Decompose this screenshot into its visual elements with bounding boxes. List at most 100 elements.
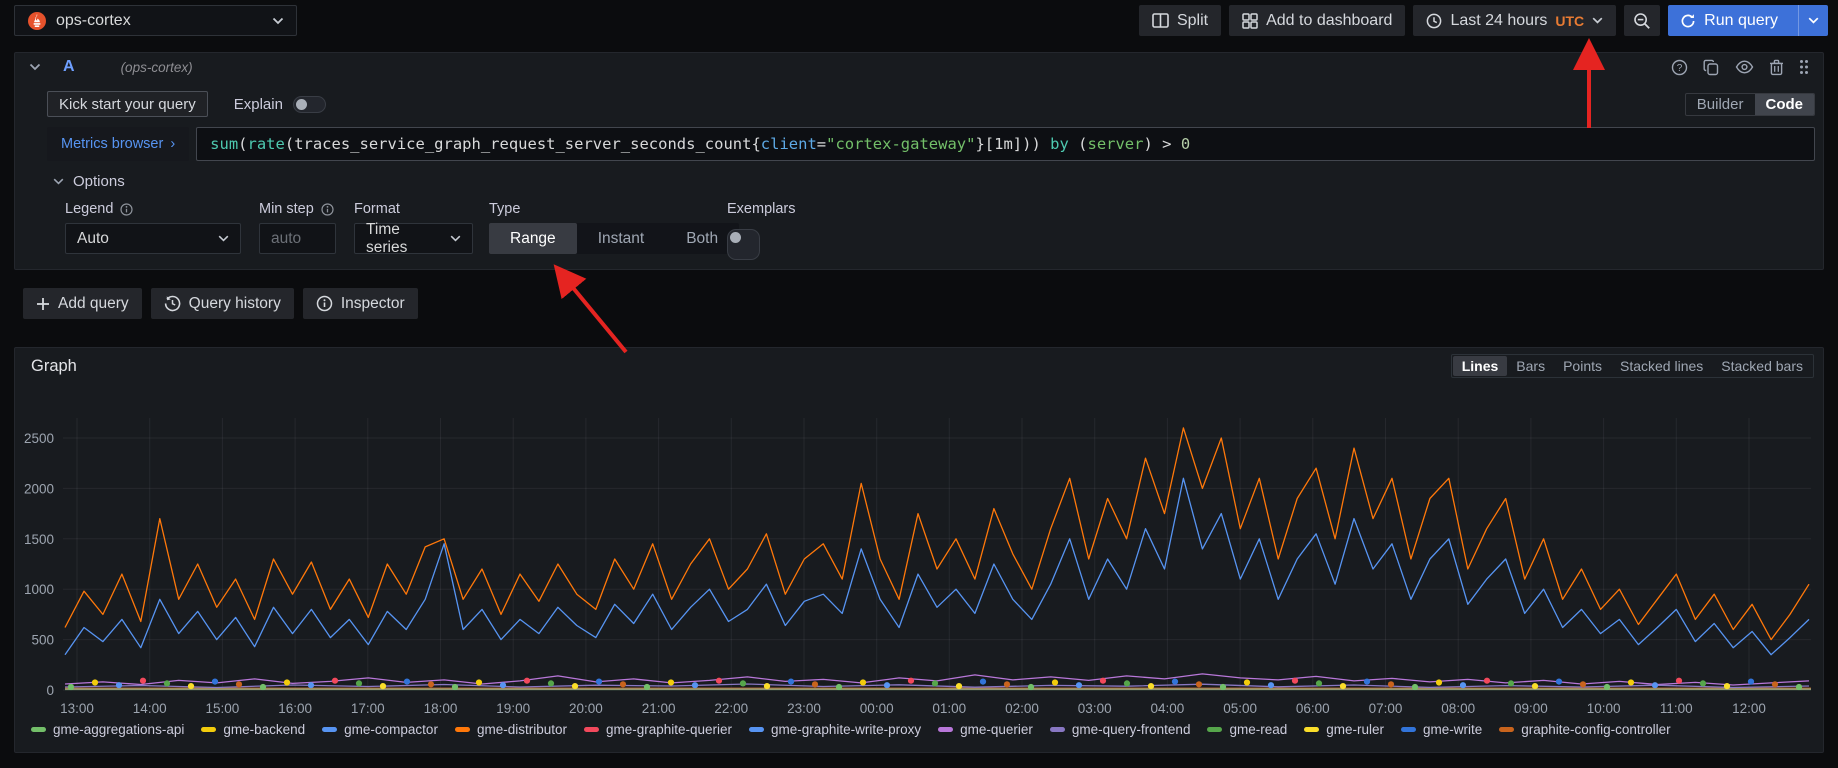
query-expression: sum(rate(traces_service_graph_request_se… [210,135,1190,153]
legend-item[interactable]: gme-graphite-querier [584,722,732,737]
svg-text:2500: 2500 [24,431,54,446]
graph-panel-title: Graph [31,357,77,376]
viz-tab-lines[interactable]: Lines [1453,356,1508,376]
chevron-right-icon: › [170,136,175,152]
chevron-down-icon [53,178,64,185]
legend-item[interactable]: graphite-config-controller [1499,722,1670,737]
svg-text:12:00: 12:00 [1732,701,1766,716]
query-type-instant[interactable]: Instant [577,223,666,254]
min-step-input[interactable] [259,223,336,254]
help-circle-icon[interactable]: ? [1671,59,1688,76]
legend-label: gme-query-frontend [1072,722,1191,737]
sync-icon [1680,13,1696,29]
svg-text:09:00: 09:00 [1514,701,1548,716]
legend-item[interactable]: gme-query-frontend [1050,722,1191,737]
svg-text:22:00: 22:00 [714,701,748,716]
run-query-dropdown[interactable] [1798,5,1828,36]
legend-option-label: Legend [65,201,133,217]
svg-text:19:00: 19:00 [496,701,530,716]
legend-swatch [1499,727,1514,732]
legend-select[interactable]: Auto [65,223,241,254]
legend-item[interactable]: gme-graphite-write-proxy [749,722,921,737]
legend-swatch [455,727,470,732]
query-ref-id[interactable]: A [63,58,75,76]
svg-text:1000: 1000 [24,582,54,597]
svg-text:11:00: 11:00 [1660,701,1693,716]
exemplars-toggle[interactable] [727,229,760,260]
legend-swatch [1050,727,1065,732]
legend-label: graphite-config-controller [1521,722,1670,737]
legend-label: gme-read [1229,722,1287,737]
legend-item[interactable]: gme-ruler [1304,722,1384,737]
legend-label: gme-distributor [477,722,567,737]
metrics-browser-button[interactable]: Metrics browser › [47,127,189,161]
legend-item[interactable]: gme-compactor [322,722,438,737]
svg-text:21:00: 21:00 [642,701,676,716]
legend-swatch [938,727,953,732]
legend-item[interactable]: gme-aggregations-api [31,722,184,737]
code-mode-tab[interactable]: Code [1755,94,1815,115]
add-to-dashboard-button[interactable]: Add to dashboard [1229,5,1405,36]
legend-label: gme-graphite-write-proxy [771,722,921,737]
svg-text:02:00: 02:00 [1005,701,1039,716]
legend-item[interactable]: gme-write [1401,722,1482,737]
format-select[interactable]: Time series [354,223,473,254]
arrow-points-to-range [560,272,626,352]
query-history-button[interactable]: Query history [151,288,294,319]
run-query-button[interactable]: Run query [1668,5,1828,36]
collapse-chevron-icon[interactable] [29,63,41,71]
builder-mode-tab[interactable]: Builder [1686,94,1755,115]
graph-canvas[interactable]: 0500100015002000250013:0014:0015:0016:00… [17,380,1821,722]
svg-text:15:00: 15:00 [206,701,240,716]
legend-swatch [584,727,599,732]
datasource-picker[interactable]: ops-cortex [14,5,297,36]
viz-tab-bars[interactable]: Bars [1507,356,1554,376]
options-section-toggle[interactable]: Options [53,173,125,190]
inspector-button[interactable]: Inspector [303,288,418,319]
type-option-label: Type [489,201,520,217]
clock-icon [1426,13,1442,29]
add-query-button[interactable]: Add query [23,288,142,319]
trash-icon[interactable] [1769,59,1784,76]
drag-grip-icon[interactable] [1799,59,1809,75]
legend-item[interactable]: gme-distributor [455,722,567,737]
svg-text:500: 500 [31,633,54,648]
time-range-label: Last 24 hours [1450,12,1547,30]
query-expression-input[interactable]: sum(rate(traces_service_graph_request_se… [196,127,1815,161]
viz-tab-points[interactable]: Points [1554,356,1611,376]
svg-text:07:00: 07:00 [1369,701,1403,716]
svg-text:04:00: 04:00 [1151,701,1185,716]
svg-text:?: ? [1677,63,1683,74]
graph-legend: gme-aggregations-api gme-backend gme-compa… [31,722,1815,737]
zoom-out-time-button[interactable] [1624,5,1660,36]
split-label: Split [1177,12,1208,30]
kick-start-label: Kick start your query [59,96,196,113]
legend-swatch [31,727,46,732]
legend-item[interactable]: gme-querier [938,722,1033,737]
split-button[interactable]: Split [1139,5,1221,36]
time-range-picker[interactable]: Last 24 hours UTC [1413,5,1616,36]
kick-start-query-button[interactable]: Kick start your query [47,91,208,117]
info-circle-icon [120,203,133,216]
query-history-label: Query history [189,295,281,313]
legend-swatch [201,727,216,732]
legend-item[interactable]: gme-backend [201,722,305,737]
legend-item[interactable]: gme-read [1207,722,1287,737]
viz-tab-stacked-bars[interactable]: Stacked bars [1712,356,1812,376]
svg-text:03:00: 03:00 [1078,701,1112,716]
inspector-label: Inspector [341,295,405,313]
svg-text:10:00: 10:00 [1587,701,1621,716]
legend-swatch [1304,727,1319,732]
viz-tab-stacked-lines[interactable]: Stacked lines [1611,356,1712,376]
svg-text:14:00: 14:00 [133,701,167,716]
chevron-down-icon [450,235,461,242]
copy-icon[interactable] [1703,59,1720,76]
explain-toggle[interactable] [293,96,326,113]
svg-text:0: 0 [46,683,54,698]
svg-text:01:00: 01:00 [932,701,966,716]
legend-select-value: Auto [77,230,109,248]
svg-text:06:00: 06:00 [1296,701,1330,716]
query-type-range[interactable]: Range [489,223,577,254]
eye-icon[interactable] [1735,60,1754,74]
legend-label: gme-graphite-querier [606,722,732,737]
